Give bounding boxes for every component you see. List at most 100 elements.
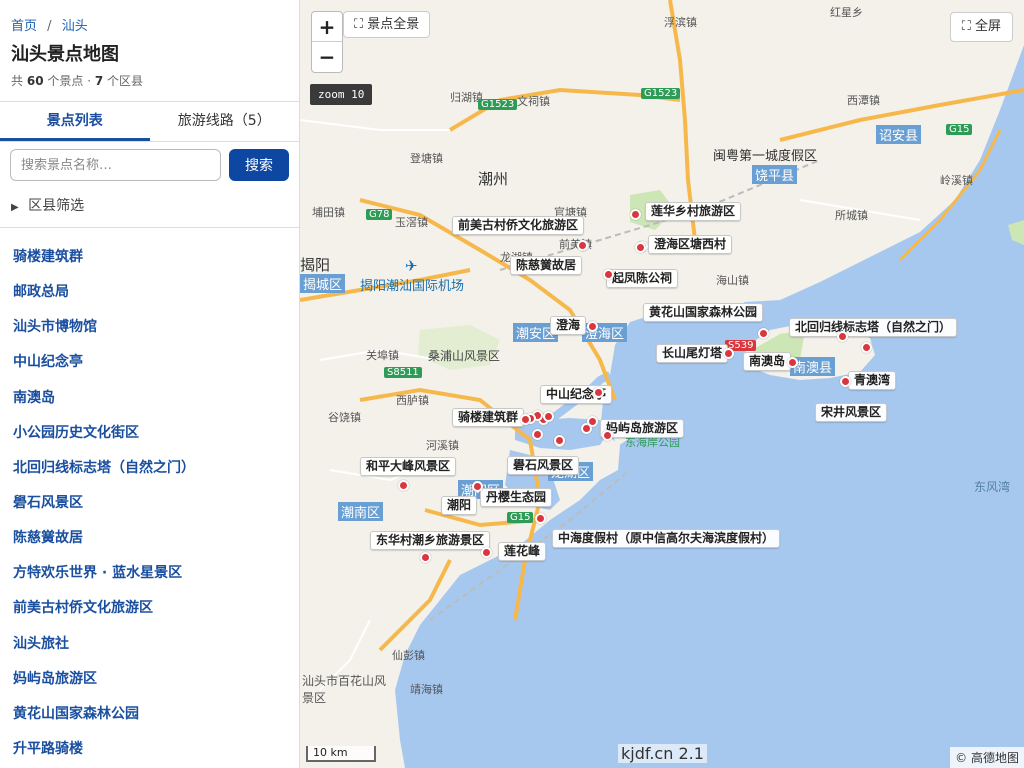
poi-label[interactable]: 妈屿岛旅游区 (600, 419, 685, 438)
road (300, 119, 450, 131)
poi-label[interactable]: 莲花峰 (498, 542, 547, 561)
watermark: kjdf.cn 2.1 (618, 744, 707, 763)
poi-label[interactable]: 澄海 (550, 316, 587, 335)
search-input[interactable] (10, 149, 221, 181)
zoom-in-button[interactable]: + (312, 12, 342, 42)
poi-marker-icon[interactable] (553, 434, 565, 446)
overview-button[interactable]: ⛶ 景点全景 (343, 11, 431, 38)
tab-travel-routes[interactable]: 旅游线路（5） (150, 102, 300, 141)
poi-marker-icon[interactable] (586, 415, 598, 427)
town-label: 河溪镇 (426, 439, 459, 452)
spot-list-item[interactable]: 礐石风景区 (0, 486, 299, 521)
poi-label[interactable]: 宋井风景区 (815, 403, 888, 422)
poi-marker-icon[interactable] (586, 320, 598, 332)
poi-label[interactable]: 陈慈黉故居 (510, 256, 583, 275)
breadcrumb-home[interactable]: 首页 (11, 19, 37, 34)
district-label: 揭城区 (300, 274, 346, 293)
poi-marker-icon[interactable] (397, 479, 409, 491)
poi-label[interactable]: 青澳湾 (848, 371, 897, 390)
spot-list-item[interactable]: 南澳岛 (0, 381, 299, 416)
zoom-control: + − (311, 11, 343, 73)
district-filter-toggle[interactable]: ▶ 区县筛选 (11, 195, 84, 215)
spot-list-item[interactable]: 邮政总局 (0, 275, 299, 310)
city-label: 揭阳 (300, 256, 331, 274)
fullscreen-icon: ⛶ (961, 19, 971, 34)
poi-label[interactable]: 长山尾灯塔 (656, 344, 729, 363)
spot-list-item[interactable]: 方特欢乐世界 · 蓝水星景区 (0, 556, 299, 591)
spot-list-item[interactable]: 黄花山国家森林公园 (0, 697, 299, 732)
poi-label[interactable]: 礐石风景区 (507, 456, 580, 475)
town-label: 登塘镇 (410, 152, 443, 165)
scenic-label: 汕头市百花山风景区 (302, 674, 387, 705)
city-label: 潮州 (478, 170, 509, 188)
poi-label[interactable]: 骑楼建筑群 (452, 408, 525, 427)
spot-list-item[interactable]: 中山纪念亭 (0, 345, 299, 380)
poi-marker-icon[interactable] (786, 356, 798, 368)
poi-label[interactable]: 南澳岛 (743, 352, 792, 371)
poi-label[interactable]: 丹樱生态园 (480, 488, 553, 507)
stats-prefix: 共 (11, 74, 24, 88)
poi-marker-icon[interactable] (576, 239, 588, 251)
poi-marker-icon[interactable] (722, 347, 734, 359)
district-label: 潮南区 (338, 502, 384, 521)
tab-bar: 景点列表 旅游线路（5） (0, 101, 299, 142)
search-button[interactable]: 搜索 (229, 149, 289, 181)
town-label: 西胪镇 (396, 394, 429, 407)
zoom-out-button[interactable]: − (312, 42, 342, 72)
spot-count: 60 (26, 74, 44, 88)
map-attribution: © 高德地图 (950, 747, 1024, 768)
poi-label[interactable]: 前美古村侨文化旅游区 (452, 216, 585, 235)
poi-label[interactable]: 潮阳 (441, 496, 478, 515)
poi-label[interactable]: 黄花山国家森林公园 (643, 303, 764, 322)
poi-label[interactable]: 莲华乡村旅游区 (645, 202, 742, 221)
poi-marker-icon[interactable] (601, 429, 613, 441)
spot-list-item[interactable]: 妈屿岛旅游区 (0, 662, 299, 697)
poi-label[interactable]: 东华村潮乡旅游景区 (370, 531, 491, 550)
road-shield: S8511 (384, 367, 422, 378)
poi-marker-icon[interactable] (839, 375, 851, 387)
fullscreen-button[interactable]: ⛶ 全屏 (949, 12, 1013, 42)
poi-marker-icon[interactable] (480, 546, 492, 558)
poi-marker-icon[interactable] (542, 410, 554, 422)
poi-marker-icon[interactable] (519, 413, 531, 425)
poi-label[interactable]: 北回归线标志塔（自然之门） (789, 318, 958, 337)
poi-marker-icon[interactable] (534, 512, 546, 524)
district-filter-label: 区县筛选 (28, 198, 85, 214)
spot-list-item[interactable]: 汕头市博物馆 (0, 310, 299, 345)
poi-marker-icon[interactable] (602, 268, 614, 280)
spot-list-item[interactable]: 前美古村侨文化旅游区 (0, 591, 299, 626)
tab-spot-list[interactable]: 景点列表 (0, 102, 150, 141)
district-unit: 个区县 (107, 74, 144, 88)
road-shield: G15 (946, 124, 973, 135)
breadcrumb-current[interactable]: 汕头 (62, 19, 88, 34)
poi-marker-icon[interactable] (419, 551, 431, 563)
zoom-level-badge: zoom 10 (310, 84, 373, 105)
spot-list: 骑楼建筑群 邮政总局 汕头市博物馆 中山纪念亭 南澳岛 小公园历史文化街区 北回归线标志塔（… (0, 240, 299, 767)
poi-label[interactable]: 澄海区塘西村 (648, 235, 733, 254)
poi-label[interactable]: 和平大峰风景区 (360, 457, 457, 476)
spot-list-item[interactable]: 陈慈黉故居 (0, 521, 299, 556)
poi-marker-icon[interactable] (836, 330, 848, 342)
poi-marker-icon[interactable] (757, 327, 769, 339)
poi-label[interactable]: 中海度假村（原中信高尔夫海滨度假村） (552, 529, 781, 548)
poi-marker-icon[interactable] (634, 241, 646, 253)
poi-marker-icon[interactable] (629, 208, 641, 220)
scenic-label: 桑浦山风景区 (428, 349, 501, 363)
spot-list-item[interactable]: 汕头旅社 (0, 627, 299, 662)
poi-marker-icon[interactable] (531, 428, 543, 440)
airport-label: 揭阳潮汕国际机场 (360, 279, 465, 294)
spot-list-item[interactable]: 骑楼建筑群 (0, 240, 299, 275)
map-view[interactable]: 潮州 揭阳 揭城区 潮安区 澄海区 饶平县 诏安县 南澳县 龙湖区 潮阳区 潮南… (300, 0, 1024, 768)
poi-marker-icon[interactable] (860, 341, 872, 353)
spot-list-item[interactable]: 小公园历史文化街区 (0, 416, 299, 451)
poi-marker-icon[interactable] (471, 480, 483, 492)
spot-list-item[interactable]: 升平路骑楼 (0, 732, 299, 767)
airport-icon: ✈ (405, 257, 418, 275)
stats-summary: 共 60 个景点 · 7 个区县 (11, 72, 143, 89)
town-label: 关埠镇 (366, 349, 399, 362)
town-label: 埔田镇 (312, 206, 345, 219)
poi-label[interactable]: 起凤陈公祠 (606, 269, 679, 288)
poi-marker-icon[interactable] (592, 386, 604, 398)
spot-list-item[interactable]: 北回归线标志塔（自然之门） (0, 451, 299, 486)
town-label: 玉滘镇 (395, 216, 428, 229)
